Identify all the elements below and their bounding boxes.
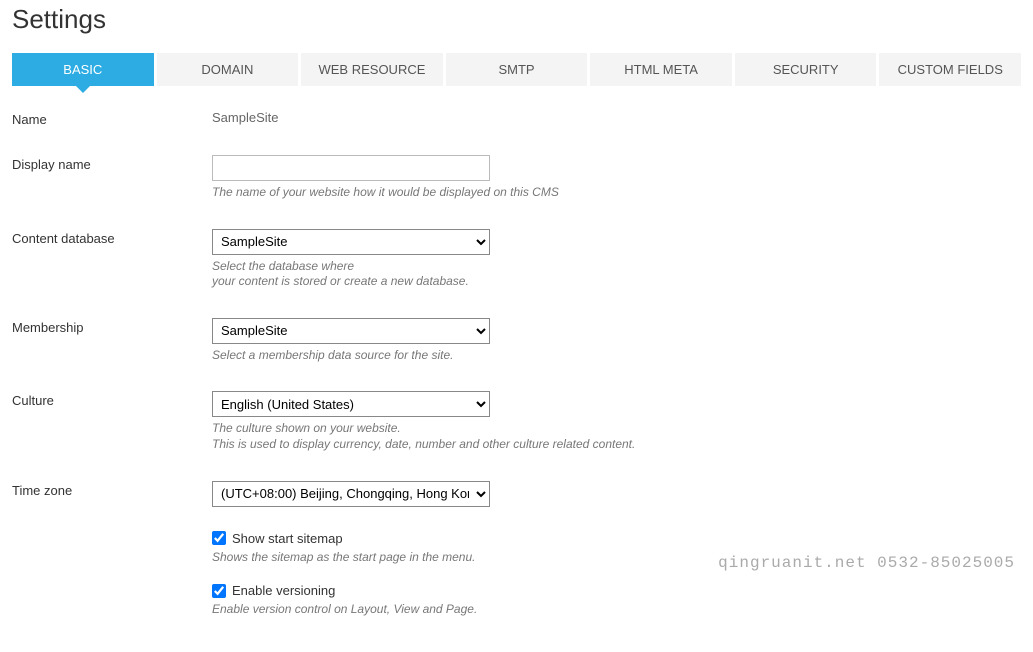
checkbox-show-sitemap-wrap[interactable]: Show start sitemap xyxy=(212,531,1021,546)
label-display-name: Display name xyxy=(12,155,212,172)
help-show-sitemap: Shows the sitemap as the start page in t… xyxy=(212,550,1021,566)
page-title: Settings xyxy=(12,4,1021,35)
select-culture[interactable]: English (United States) xyxy=(212,391,490,417)
help-culture: The culture shown on your website. This … xyxy=(212,421,1021,452)
tab-security[interactable]: SECURITY xyxy=(735,53,877,86)
help-membership: Select a membership data source for the … xyxy=(212,348,1021,364)
tab-smtp[interactable]: SMTP xyxy=(446,53,588,86)
label-timezone: Time zone xyxy=(12,481,212,498)
label-content-database: Content database xyxy=(12,229,212,246)
checkbox-show-sitemap[interactable] xyxy=(212,531,226,545)
tab-custom-fields[interactable]: CUSTOM FIELDS xyxy=(879,53,1021,86)
label-name: Name xyxy=(12,110,212,127)
help-content-database: Select the database where your content i… xyxy=(212,259,1021,290)
help-display-name: The name of your website how it would be… xyxy=(212,185,1021,201)
select-membership[interactable]: SampleSite xyxy=(212,318,490,344)
label-membership: Membership xyxy=(12,318,212,335)
select-content-database[interactable]: SampleSite xyxy=(212,229,490,255)
tab-bar: BASICDOMAINWEB RESOURCESMTPHTML METASECU… xyxy=(12,53,1021,86)
tab-html-meta[interactable]: HTML META xyxy=(590,53,732,86)
tab-basic[interactable]: BASIC xyxy=(12,53,154,86)
value-name: SampleSite xyxy=(212,110,278,125)
label-culture: Culture xyxy=(12,391,212,408)
checkbox-show-sitemap-label: Show start sitemap xyxy=(232,531,343,546)
input-display-name[interactable] xyxy=(212,155,490,181)
help-enable-versioning: Enable version control on Layout, View a… xyxy=(212,602,1021,618)
select-timezone[interactable]: (UTC+08:00) Beijing, Chongqing, Hong Kon… xyxy=(212,481,490,507)
tab-domain[interactable]: DOMAIN xyxy=(157,53,299,86)
tab-web-resource[interactable]: WEB RESOURCE xyxy=(301,53,443,86)
